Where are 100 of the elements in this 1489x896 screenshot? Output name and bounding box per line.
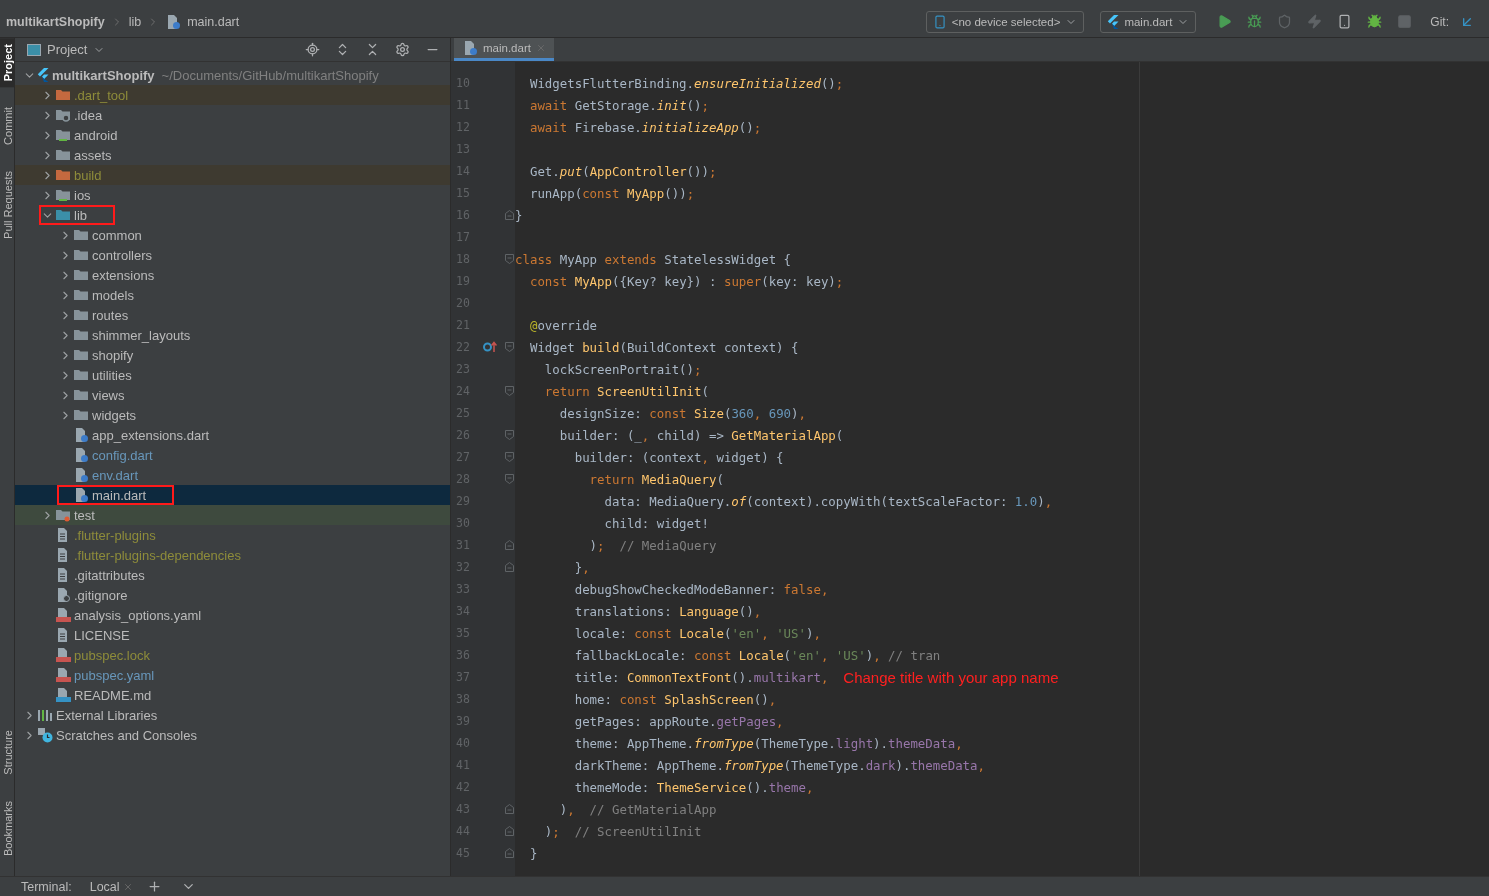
tree-item[interactable]: lib (74, 207, 87, 223)
tree-item[interactable]: analysis_options.yaml (74, 607, 202, 623)
locate-icon[interactable] (304, 42, 320, 57)
code-line: class MyApp extends StatelessWidget { (515, 251, 792, 267)
fold-icon[interactable] (504, 562, 514, 572)
override-icon[interactable] (483, 341, 497, 353)
yaml-file-icon (55, 647, 71, 663)
module-folder-icon (55, 128, 71, 142)
tree-item[interactable]: main.dart (92, 487, 147, 503)
tree-item[interactable]: config.dart (92, 447, 153, 463)
terminal-tab[interactable]: Local (89, 879, 133, 894)
device-dropdown[interactable]: <no device selected> (925, 10, 1085, 33)
close-icon[interactable] (122, 881, 133, 892)
fold-icon[interactable] (504, 804, 514, 814)
dart-file-icon (73, 487, 89, 503)
tree-item[interactable]: test (74, 507, 95, 523)
bug-icon[interactable] (1366, 14, 1382, 29)
tree-item[interactable]: extensions (92, 267, 155, 283)
fold-icon[interactable] (504, 386, 514, 396)
folder-icon (55, 148, 71, 162)
breadcrumb[interactable]: multikartShopify (6, 14, 105, 29)
tree-item[interactable]: pubspec.yaml (74, 667, 155, 683)
tree-item[interactable]: assets (74, 147, 112, 163)
tool-window-tab[interactable]: Bookmarks (0, 794, 15, 862)
tree-item[interactable]: shopify (92, 347, 134, 363)
fold-icon[interactable] (504, 452, 514, 462)
tool-window-tab[interactable]: Structure (0, 724, 15, 781)
terminal-label: Terminal: (21, 879, 72, 894)
tree-item[interactable]: Scratches and Consoles (56, 727, 197, 743)
dart-file-icon (73, 447, 89, 463)
folder-icon (73, 288, 89, 302)
code-line: builder: (_, child) => GetMaterialApp( (558, 427, 844, 443)
folder-icon (73, 248, 89, 262)
tree-item[interactable]: External Libraries (56, 707, 158, 723)
folder-icon (73, 408, 89, 422)
code-line: themeMode: ThemeService().theme, (573, 779, 814, 795)
code-line: translations: Language(), (573, 603, 762, 619)
project-view-selector[interactable]: Project (27, 42, 106, 57)
tree-item[interactable]: common (92, 227, 142, 243)
fold-icon[interactable] (504, 826, 514, 836)
code-line: lockScreenPortrait(); (543, 361, 702, 377)
run-icon[interactable] (1216, 14, 1232, 29)
tree-item[interactable]: env.dart (92, 467, 138, 483)
breadcrumb[interactable]: main.dart (187, 14, 240, 29)
tree-item[interactable]: ios (74, 187, 91, 203)
bug-icon[interactable] (1246, 14, 1262, 29)
yaml-file-icon (55, 667, 71, 683)
tree-item[interactable]: LICENSE (74, 627, 130, 643)
project-path: ~/Documents/GitHub/multikartShopify (161, 67, 379, 83)
tree-item[interactable]: .idea (74, 107, 103, 123)
code-line: data: MediaQuery.of(context).copyWith(textScaleFactor: 1.0), (603, 493, 1053, 509)
tree-item[interactable]: pubspec.lock (74, 647, 150, 663)
tool-window-tab[interactable]: Project (0, 38, 15, 88)
libraries-icon (37, 708, 53, 722)
code-line: builder: (context, widget) { (573, 449, 784, 465)
code-line: home: const SplashScreen(), (573, 691, 777, 707)
tree-item[interactable]: android (74, 127, 118, 143)
fold-icon[interactable] (504, 540, 514, 550)
tree-item[interactable]: build (74, 167, 102, 183)
fold-icon[interactable] (504, 430, 514, 440)
dart-file-icon (73, 427, 89, 443)
tree-item[interactable]: .dart_tool (74, 87, 129, 103)
fold-icon[interactable] (504, 474, 514, 484)
tree-item[interactable]: views (92, 387, 125, 403)
breadcrumb[interactable]: lib (128, 14, 142, 29)
flutter-icon (37, 68, 49, 82)
tree-item[interactable]: multikartShopify (52, 67, 155, 83)
run-config-dropdown[interactable]: main.dart (1100, 10, 1197, 33)
folder-icon (73, 308, 89, 322)
fold-icon[interactable] (504, 342, 514, 352)
code-line: getPages: appRoute.getPages, (573, 713, 784, 729)
code-line: ), // GetMaterialApp (558, 801, 717, 817)
phone-icon[interactable] (1336, 14, 1352, 29)
dart-file-icon (73, 467, 89, 483)
fold-icon[interactable] (504, 254, 514, 264)
code-line: await GetStorage.init(); (528, 97, 709, 113)
tool-window-tab[interactable]: Pull Requests (0, 165, 15, 246)
tree-item[interactable]: README.md (74, 687, 152, 703)
tree-item[interactable]: controllers (92, 247, 152, 263)
settings-icon[interactable] (394, 42, 410, 57)
folder-icon (73, 388, 89, 402)
tree-item[interactable]: routes (92, 307, 129, 323)
code-line: darkTheme: AppTheme.fromType(ThemeType.dark).themeData, (573, 757, 985, 773)
tree-item[interactable]: shimmer_layouts (92, 327, 191, 343)
tree-item[interactable]: app_extensions.dart (92, 427, 210, 443)
tree-item[interactable]: widgets (92, 407, 137, 423)
editor-tab[interactable]: main.dart (454, 38, 554, 61)
tool-window-tab[interactable]: Commit (0, 101, 15, 152)
fold-icon[interactable] (504, 848, 514, 858)
tree-item[interactable]: models (92, 287, 134, 303)
folder-icon (55, 88, 71, 102)
code-line: Widget build(BuildContext context) { (528, 339, 799, 355)
add-icon[interactable] (147, 879, 163, 894)
code-line: await Firebase.initializeApp(); (528, 119, 762, 135)
tree-item[interactable]: .gitignore (74, 587, 128, 603)
tree-item[interactable]: .flutter-plugins (74, 527, 156, 543)
tree-item[interactable]: .gitattributes (74, 567, 145, 583)
tree-item[interactable]: .flutter-plugins-dependencies (74, 547, 241, 563)
tree-item[interactable]: utilities (92, 367, 132, 383)
fold-icon[interactable] (504, 210, 514, 220)
